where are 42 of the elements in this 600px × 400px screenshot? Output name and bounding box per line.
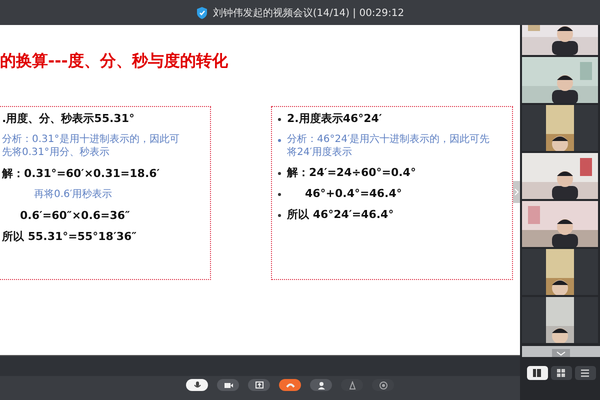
list-view-icon (580, 368, 590, 378)
view-button[interactable] (574, 366, 596, 380)
slide-title: 的换算---度、分、秒与度的转化 (0, 51, 228, 72)
camera-icon (224, 380, 232, 390)
person-icon (316, 380, 326, 390)
bullet-icon (278, 193, 281, 196)
grid-view-icon (556, 368, 566, 378)
shield-icon (196, 6, 208, 20)
equation-text: 解：24′=24÷60°=0.4° (287, 166, 416, 180)
microphone-icon (192, 380, 202, 390)
chevron-icon (552, 349, 570, 357)
equation-text: 所以 46°24′=46.4° (287, 208, 394, 222)
analysis-text: 分析：0.31°是用十进制表示的，因此可 (2, 133, 180, 146)
scroll-bar[interactable] (522, 346, 600, 357)
analysis-text: 再将0.6′用秒表示 (34, 188, 112, 202)
equation-text: 2.用度表示46°24′ (287, 112, 382, 126)
toolbar-button[interactable] (186, 379, 208, 391)
toolbar-button[interactable] (279, 379, 301, 391)
equation-text: 解：0.31°=60′×0.31=18.6′ (2, 167, 160, 181)
bullet-icon (278, 139, 281, 142)
toolbar-button[interactable] (217, 379, 239, 391)
equation-text: .用度、分、秒表示55.31° (2, 112, 134, 126)
toolbar-button[interactable] (248, 379, 270, 391)
bullet-icon (278, 118, 281, 121)
bullet-icon (278, 214, 281, 217)
toolbar-button[interactable] (310, 379, 332, 391)
equation-text: 0.6′=60″×0.6=36″ (19, 209, 130, 223)
screen-icon (254, 380, 264, 390)
analysis-text: 分析：46°24′是用六十进制表示的，因此可先将24′用度表示 (287, 133, 491, 159)
view-button[interactable] (550, 366, 572, 380)
collapse-handle[interactable] (513, 181, 520, 203)
record-icon (378, 380, 388, 390)
speaker-view-icon (532, 368, 542, 378)
chevron-icon (514, 188, 519, 196)
equation-text: 所以 55.31°=55°18′36″ (2, 230, 137, 244)
bullet-icon (278, 172, 281, 175)
triangle-icon (348, 380, 356, 390)
equation-text: 46°+0.4°=46.4° (304, 187, 402, 201)
analysis-text: 先将0.31°用分、秒表示 (2, 146, 110, 160)
view-button[interactable] (526, 366, 548, 380)
window-title: 刘钟伟发起的视频会议(14/14) | 00:29:12 (212, 6, 404, 20)
phone-icon (286, 380, 294, 390)
